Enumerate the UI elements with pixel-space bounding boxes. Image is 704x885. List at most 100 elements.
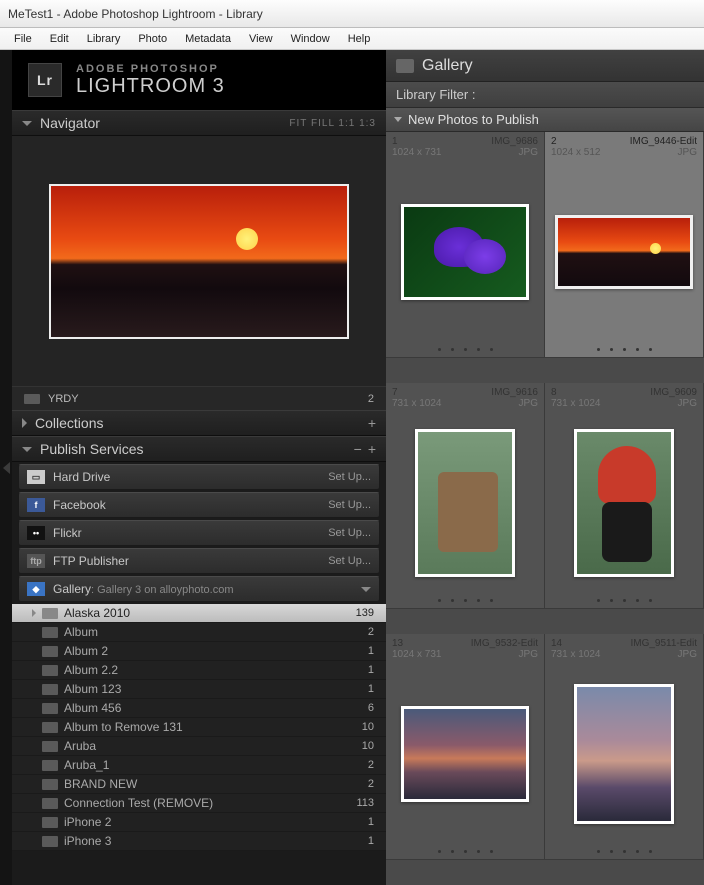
service-icon: ••	[27, 526, 45, 540]
menu-view[interactable]: View	[241, 30, 281, 48]
album-item[interactable]: Album 2.2 1	[12, 661, 386, 680]
content-area: Gallery Library Filter : New Photos to P…	[386, 50, 704, 885]
left-edge-expand[interactable]	[0, 50, 12, 885]
album-item[interactable]: Album 2	[12, 623, 386, 642]
publish-minus-icon[interactable]: −	[354, 441, 362, 457]
album-icon	[42, 722, 58, 733]
thumb-dimensions: 1024 x 731	[392, 649, 442, 660]
thumb-dimensions: 1024 x 731	[392, 147, 442, 158]
album-item[interactable]: BRAND NEW 2	[12, 775, 386, 794]
service-setup-link[interactable]: Set Up...	[328, 499, 371, 511]
navigator-preview[interactable]	[12, 136, 386, 386]
menu-edit[interactable]: Edit	[42, 30, 77, 48]
service-name: Flickr	[53, 526, 328, 540]
menu-library[interactable]: Library	[79, 30, 129, 48]
disclosure-down-icon	[394, 117, 402, 122]
album-item[interactable]: Album 123 1	[12, 680, 386, 699]
album-count: 1	[368, 816, 374, 828]
folder-row[interactable]: YRDY 2	[12, 386, 386, 410]
navigator-image	[49, 184, 349, 339]
album-item[interactable]: Alaska 2010 139	[12, 604, 386, 623]
collections-panel-header[interactable]: Collections +	[12, 410, 386, 436]
album-item[interactable]: Album 2 1	[12, 642, 386, 661]
thumbnail-cell[interactable]: 7IMG_9616 731 x 1024JPG	[386, 383, 545, 609]
thumb-image	[401, 204, 529, 300]
album-item[interactable]: iPhone 3 1	[12, 832, 386, 851]
thumb-rating-dots[interactable]	[386, 592, 544, 608]
collections-add-icon[interactable]: +	[368, 415, 376, 431]
thumb-rating-dots[interactable]	[545, 341, 703, 357]
thumb-format: JPG	[519, 398, 538, 409]
publish-service-ftp-publisher[interactable]: ftp FTP Publisher Set Up...	[18, 548, 380, 574]
menu-window[interactable]: Window	[283, 30, 338, 48]
thumbnail-cell[interactable]: 13IMG_9532-Edit 1024 x 731JPG	[386, 634, 545, 860]
album-name: Aruba_1	[64, 758, 368, 772]
publish-add-icon[interactable]: +	[368, 441, 376, 457]
album-name: Album 2	[64, 644, 368, 658]
album-item[interactable]: iPhone 2 1	[12, 813, 386, 832]
service-icon: ftp	[27, 554, 45, 568]
thumb-rating-dots[interactable]	[545, 843, 703, 859]
publish-service-hard-drive[interactable]: ▭ Hard Drive Set Up...	[18, 464, 380, 490]
thumbnail-cell[interactable]: 2IMG_9446-Edit 1024 x 512JPG	[545, 132, 704, 358]
thumb-format: JPG	[678, 398, 697, 409]
service-name: Gallery: Gallery 3 on alloyphoto.com	[53, 582, 361, 596]
navigator-panel-header[interactable]: Navigator FIT FILL 1:1 1:3	[12, 110, 386, 136]
library-filter-bar[interactable]: Library Filter :	[386, 82, 704, 108]
thumb-rating-dots[interactable]	[545, 592, 703, 608]
menu-help[interactable]: Help	[340, 30, 379, 48]
album-count: 1	[368, 664, 374, 676]
thumb-dimensions: 1024 x 512	[551, 147, 601, 158]
album-icon	[42, 665, 58, 676]
service-setup-link[interactable]: Set Up...	[328, 471, 371, 483]
thumb-rating-dots[interactable]	[386, 843, 544, 859]
folder-count: 2	[368, 393, 374, 405]
module-header: Gallery	[386, 50, 704, 82]
thumb-index: 13	[392, 638, 403, 649]
album-item[interactable]: Connection Test (REMOVE) 113	[12, 794, 386, 813]
thumb-header: 14IMG_9511-Edit 731 x 1024JPG	[545, 634, 703, 664]
thumbnail-cell[interactable]: 1IMG_9686 1024 x 731JPG	[386, 132, 545, 358]
thumb-format: JPG	[519, 649, 538, 660]
album-icon	[42, 646, 58, 657]
brand-line2: LIGHTROOM 3	[76, 75, 225, 98]
publish-service-facebook[interactable]: f Facebook Set Up...	[18, 492, 380, 518]
album-icon	[42, 760, 58, 771]
window-titlebar: MeTest1 - Adobe Photoshop Lightroom - Li…	[0, 0, 704, 28]
thumbnail-cell[interactable]: 8IMG_9609 731 x 1024JPG	[545, 383, 704, 609]
menu-file[interactable]: File	[6, 30, 40, 48]
thumb-image	[555, 215, 693, 289]
album-name: BRAND NEW	[64, 777, 368, 791]
thumb-index: 8	[551, 387, 557, 398]
publish-service-gallery[interactable]: ◆ Gallery: Gallery 3 on alloyphoto.com	[18, 576, 380, 602]
publish-service-flickr[interactable]: •• Flickr Set Up...	[18, 520, 380, 546]
album-name: Album 456	[64, 701, 368, 715]
menu-metadata[interactable]: Metadata	[177, 30, 239, 48]
album-item[interactable]: Aruba 10	[12, 737, 386, 756]
thumb-filename: IMG_9686	[491, 136, 538, 147]
album-count: 2	[368, 778, 374, 790]
thumb-rating-dots[interactable]	[386, 341, 544, 357]
thumb-header: 7IMG_9616 731 x 1024JPG	[386, 383, 544, 413]
album-item[interactable]: Album 456 6	[12, 699, 386, 718]
thumb-index: 1	[392, 136, 398, 147]
album-icon	[42, 741, 58, 752]
service-setup-link[interactable]: Set Up...	[328, 555, 371, 567]
service-setup-link[interactable]: Set Up...	[328, 527, 371, 539]
thumb-dimensions: 731 x 1024	[392, 398, 442, 409]
service-icon: ▭	[27, 470, 45, 484]
publish-section-header[interactable]: New Photos to Publish	[386, 108, 704, 132]
album-count: 10	[362, 721, 374, 733]
thumb-filename: IMG_9616	[491, 387, 538, 398]
navigator-zoom-options[interactable]: FIT FILL 1:1 1:3	[289, 118, 376, 129]
album-icon	[42, 798, 58, 809]
thumb-dimensions: 731 x 1024	[551, 649, 601, 660]
thumb-header: 2IMG_9446-Edit 1024 x 512JPG	[545, 132, 703, 162]
album-item[interactable]: Aruba_1 2	[12, 756, 386, 775]
thumbnail-cell[interactable]: 14IMG_9511-Edit 731 x 1024JPG	[545, 634, 704, 860]
menu-photo[interactable]: Photo	[130, 30, 175, 48]
publish-panel-header[interactable]: Publish Services − +	[12, 436, 386, 462]
filter-label: Library Filter :	[396, 87, 475, 102]
menubar: FileEditLibraryPhotoMetadataViewWindowHe…	[0, 28, 704, 50]
album-item[interactable]: Album to Remove 131 10	[12, 718, 386, 737]
